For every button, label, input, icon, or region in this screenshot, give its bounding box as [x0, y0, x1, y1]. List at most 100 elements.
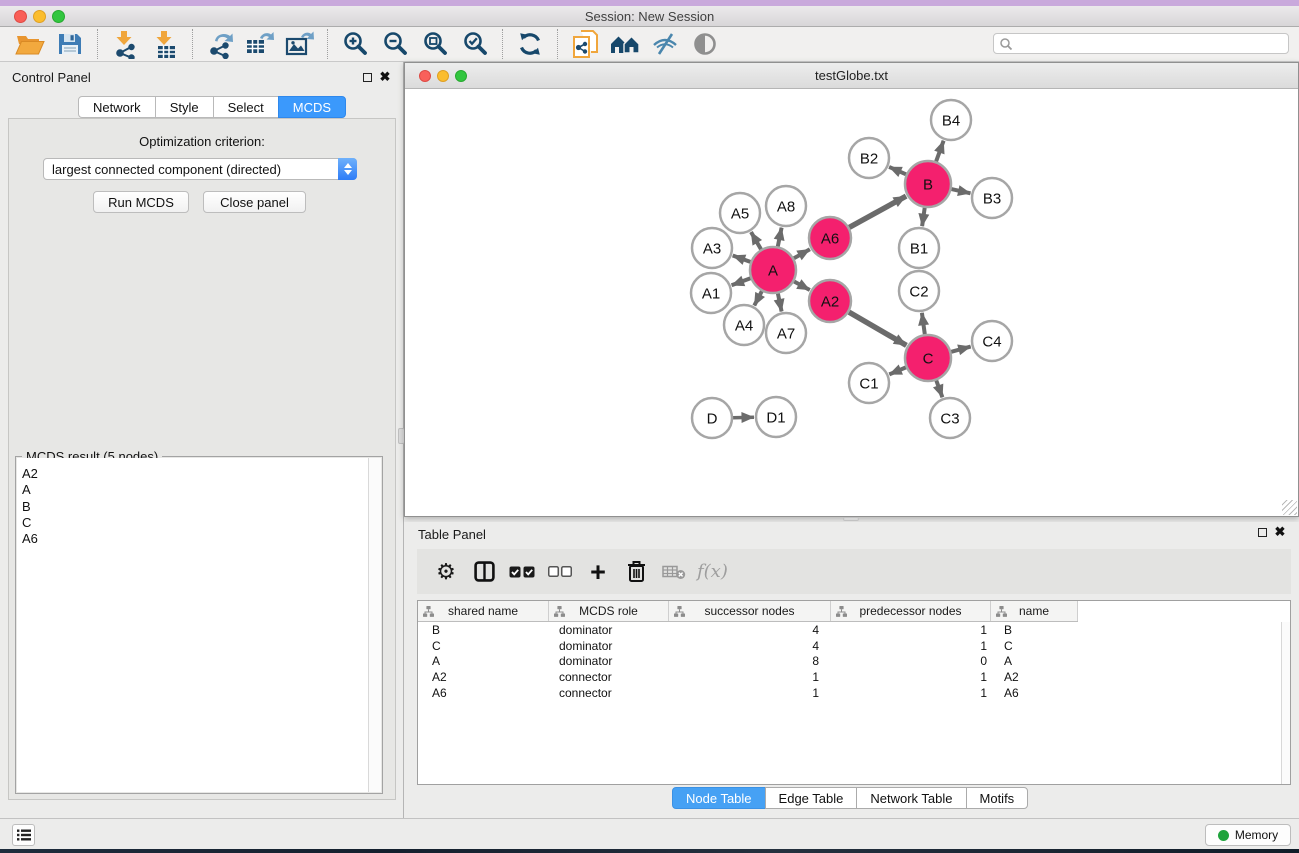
tab-mcds[interactable]: MCDS: [278, 96, 346, 118]
table-row-a[interactable]: Adominator80A: [418, 654, 1281, 670]
node-B4[interactable]: B4: [931, 100, 971, 140]
tab-select[interactable]: Select: [213, 96, 279, 118]
float-panel-icon[interactable]: [361, 71, 373, 83]
network-window-titlebar[interactable]: testGlobe.txt: [405, 63, 1298, 89]
split-divider-grip-horizontal[interactable]: [843, 517, 859, 521]
minimize-window-button[interactable]: [33, 10, 46, 23]
column-header-mcds-role[interactable]: MCDS role: [549, 601, 669, 621]
edge-A-A4[interactable]: [754, 291, 762, 305]
zoom-selected-icon[interactable]: [458, 29, 492, 59]
node-D[interactable]: D: [692, 398, 732, 438]
run-mcds-button[interactable]: Run MCDS: [93, 191, 189, 213]
node-A6[interactable]: A6: [809, 217, 851, 259]
edge-B-B1[interactable]: [922, 208, 925, 226]
close-panel-button[interactable]: Close panel: [203, 191, 306, 213]
edge-B-B2[interactable]: [889, 167, 906, 174]
edge-C-C1[interactable]: [889, 367, 906, 374]
node-B2[interactable]: B2: [849, 138, 889, 178]
node-B1[interactable]: B1: [899, 228, 939, 268]
tab-edge-table[interactable]: Edge Table: [765, 787, 858, 809]
tab-network[interactable]: Network: [78, 96, 156, 118]
edge-B-B3[interactable]: [951, 189, 970, 193]
show-graphics-details-icon[interactable]: [688, 29, 722, 59]
column-header-successor-nodes[interactable]: successor nodes: [669, 601, 831, 621]
column-header-shared-name[interactable]: shared name: [418, 601, 549, 621]
window-resize-grip[interactable]: [1282, 500, 1297, 515]
edge-A-A5[interactable]: [751, 232, 761, 249]
search-box[interactable]: [993, 33, 1289, 54]
tab-node-table[interactable]: Node Table: [672, 787, 766, 809]
deselect-all-rows-icon[interactable]: [545, 557, 575, 587]
clone-network-icon[interactable]: [568, 29, 602, 59]
criterion-dropdown[interactable]: largest connected component (directed): [43, 158, 357, 180]
zoom-in-icon[interactable]: [338, 29, 372, 59]
home-icon[interactable]: [608, 29, 642, 59]
node-A5[interactable]: A5: [720, 193, 760, 233]
edge-A6-B[interactable]: [849, 196, 906, 227]
memory-button[interactable]: Memory: [1205, 824, 1291, 846]
edge-A-A6[interactable]: [794, 249, 810, 258]
result-list-scrollbar[interactable]: [368, 458, 381, 792]
close-panel-icon[interactable]: ✖: [379, 71, 391, 83]
result-item-a[interactable]: A: [22, 482, 368, 498]
minimize-network-button[interactable]: [437, 70, 449, 82]
maximize-window-button[interactable]: [52, 10, 65, 23]
export-image-icon[interactable]: [283, 29, 317, 59]
tab-style[interactable]: Style: [155, 96, 214, 118]
edge-C-C3[interactable]: [936, 381, 942, 398]
node-A8[interactable]: A8: [766, 186, 806, 226]
edge-A-A2[interactable]: [794, 282, 810, 291]
open-session-icon[interactable]: [13, 29, 47, 59]
add-row-icon[interactable]: +: [583, 557, 613, 587]
result-item-a6[interactable]: A6: [22, 531, 368, 547]
hide-graphics-details-icon[interactable]: [648, 29, 682, 59]
node-C3[interactable]: C3: [930, 398, 970, 438]
node-A7[interactable]: A7: [766, 313, 806, 353]
maximize-network-button[interactable]: [455, 70, 467, 82]
task-history-button[interactable]: [12, 824, 35, 846]
network-canvas[interactable]: AA2A6BCA1A3A4A5A7A8B1B2B3B4C1C2C3C4DD1: [405, 89, 1298, 516]
node-A[interactable]: A: [750, 247, 796, 293]
refresh-layout-icon[interactable]: [513, 29, 547, 59]
zoom-fit-icon[interactable]: [418, 29, 452, 59]
result-item-c[interactable]: C: [22, 515, 368, 531]
table-row-c[interactable]: Cdominator41C: [418, 638, 1281, 654]
tab-motifs[interactable]: Motifs: [966, 787, 1029, 809]
node-D1[interactable]: D1: [756, 397, 796, 437]
column-header-name[interactable]: name: [991, 601, 1078, 621]
edge-A-A3[interactable]: [733, 256, 751, 262]
delete-rows-icon[interactable]: [621, 557, 651, 587]
edge-C-C2[interactable]: [922, 313, 925, 334]
export-table-icon[interactable]: [243, 29, 277, 59]
table-settings-icon[interactable]: ⚙: [431, 557, 461, 587]
result-item-a2[interactable]: A2: [22, 466, 368, 482]
node-B3[interactable]: B3: [972, 178, 1012, 218]
node-A3[interactable]: A3: [692, 228, 732, 268]
import-table-icon[interactable]: [148, 29, 182, 59]
edge-A-A8[interactable]: [778, 228, 782, 247]
save-session-icon[interactable]: [53, 29, 87, 59]
node-C1[interactable]: C1: [849, 363, 889, 403]
node-A2[interactable]: A2: [809, 280, 851, 322]
node-B[interactable]: B: [905, 161, 951, 207]
edge-A2-C[interactable]: [849, 312, 906, 345]
search-input[interactable]: [1013, 35, 1288, 52]
zoom-out-icon[interactable]: [378, 29, 412, 59]
select-all-rows-icon[interactable]: [507, 557, 537, 587]
edge-A-A1[interactable]: [732, 278, 751, 285]
table-row-a6[interactable]: A6connector11A6: [418, 685, 1281, 701]
edge-A-A7[interactable]: [778, 294, 782, 312]
close-window-button[interactable]: [14, 10, 27, 23]
node-C[interactable]: C: [905, 335, 951, 381]
node-C2[interactable]: C2: [899, 271, 939, 311]
float-table-panel-icon[interactable]: [1256, 526, 1268, 538]
node-C4[interactable]: C4: [972, 321, 1012, 361]
table-scrollbar[interactable]: [1281, 622, 1290, 784]
edge-C-C4[interactable]: [951, 347, 971, 352]
edge-B-B4[interactable]: [936, 141, 944, 162]
result-item-b[interactable]: B: [22, 499, 368, 515]
import-network-icon[interactable]: [108, 29, 142, 59]
node-A1[interactable]: A1: [691, 273, 731, 313]
table-row-b[interactable]: Bdominator41B: [418, 622, 1281, 638]
export-network-icon[interactable]: [203, 29, 237, 59]
